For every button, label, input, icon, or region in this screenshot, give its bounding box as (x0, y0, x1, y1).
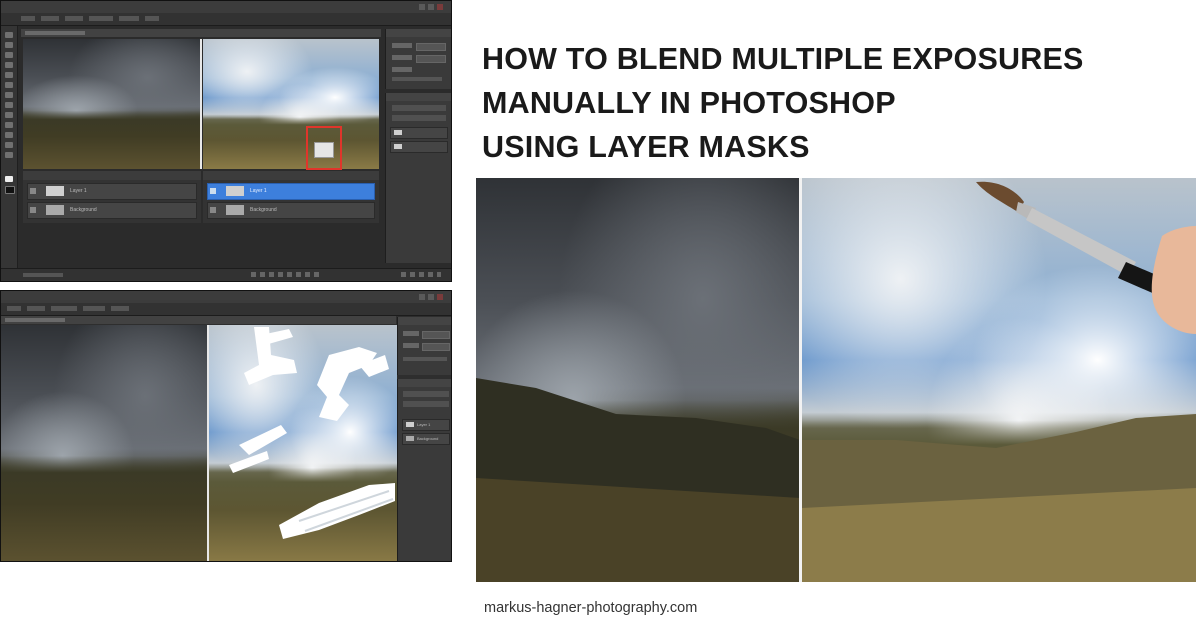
layers-panel: Layer 1 Background (397, 379, 451, 561)
options-bar (1, 303, 451, 316)
layer-name: Layer 1 (70, 188, 87, 194)
layer-row[interactable]: Layer 1 (402, 419, 450, 431)
dodge-tool-icon[interactable] (5, 142, 13, 148)
article-title-line-2: MANUALLY IN PHOTOSHOP (482, 86, 896, 120)
article-title-line-3: USING LAYER MASKS (482, 130, 810, 164)
quick-select-tool-icon[interactable] (5, 62, 13, 68)
gradient-tool-icon[interactable] (5, 132, 13, 138)
comparison-divider (799, 178, 802, 582)
tools-panel (1, 26, 18, 269)
properties-panel (397, 317, 451, 375)
layer-row[interactable]: Background (27, 202, 197, 219)
close-icon[interactable] (437, 294, 443, 300)
maximize-icon[interactable] (428, 294, 434, 300)
visibility-eye-icon[interactable] (210, 188, 216, 194)
layer-name: Background (70, 207, 97, 213)
pen-tool-icon[interactable] (5, 152, 13, 158)
close-icon[interactable] (437, 4, 443, 10)
layer-row[interactable] (390, 141, 448, 153)
layer-name: Background (417, 436, 439, 441)
layer-row-selected[interactable]: Layer 1 (207, 183, 375, 200)
minimize-icon[interactable] (419, 4, 425, 10)
properties-panel (385, 29, 451, 89)
layer-name: Layer 1 (417, 422, 431, 427)
layer-row[interactable] (390, 127, 448, 139)
visibility-eye-icon[interactable] (30, 207, 36, 213)
move-tool-icon[interactable] (5, 32, 13, 38)
layers-panel (385, 93, 451, 263)
document-tab-bar (21, 29, 381, 37)
canvas-image-bright (203, 39, 379, 169)
layer-name: Background (250, 207, 277, 213)
source-url[interactable]: markus-hagner-photography.com (484, 600, 697, 616)
photoshop-window-bottom: Layer 1 Background (0, 290, 452, 562)
layer-row[interactable]: Background (207, 202, 375, 219)
canvas-image-dark (23, 39, 201, 169)
crop-tool-icon[interactable] (5, 72, 13, 78)
mask-brush-strokes (229, 327, 395, 539)
article-title-line-1: HOW TO BLEND MULTIPLE EXPOSURES (482, 42, 1084, 76)
document-tab-bar (1, 316, 396, 324)
visibility-eye-icon[interactable] (210, 207, 216, 213)
marquee-tool-icon[interactable] (5, 42, 13, 48)
healing-tool-icon[interactable] (5, 92, 13, 98)
options-bar (1, 13, 451, 26)
paintbrush-icon (976, 181, 1196, 334)
canvas-image-dark (1, 325, 207, 561)
maximize-icon[interactable] (428, 4, 434, 10)
eraser-tool-icon[interactable] (5, 122, 13, 128)
foreground-color-icon[interactable] (5, 176, 13, 182)
layer-row[interactable]: Layer 1 (27, 183, 197, 200)
layers-list-right: Layer 1 Background (203, 171, 379, 223)
lasso-tool-icon[interactable] (5, 52, 13, 58)
brush-tool-icon[interactable] (5, 102, 13, 108)
layer-name: Layer 1 (250, 188, 267, 194)
highlight-box (306, 126, 342, 170)
photoshop-window-top: Layer 1 Background Layer 1 Background (0, 0, 452, 282)
status-bar (1, 268, 451, 281)
eyedropper-tool-icon[interactable] (5, 82, 13, 88)
background-color-icon[interactable] (5, 186, 15, 194)
before-after-photo (476, 178, 1196, 582)
clone-tool-icon[interactable] (5, 112, 13, 118)
split-divider (200, 39, 202, 169)
layer-row[interactable]: Background (402, 433, 450, 445)
layers-list-left: Layer 1 Background (23, 171, 201, 223)
minimize-icon[interactable] (419, 294, 425, 300)
visibility-eye-icon[interactable] (30, 188, 36, 194)
layer-thumbnail-preview (314, 142, 334, 158)
